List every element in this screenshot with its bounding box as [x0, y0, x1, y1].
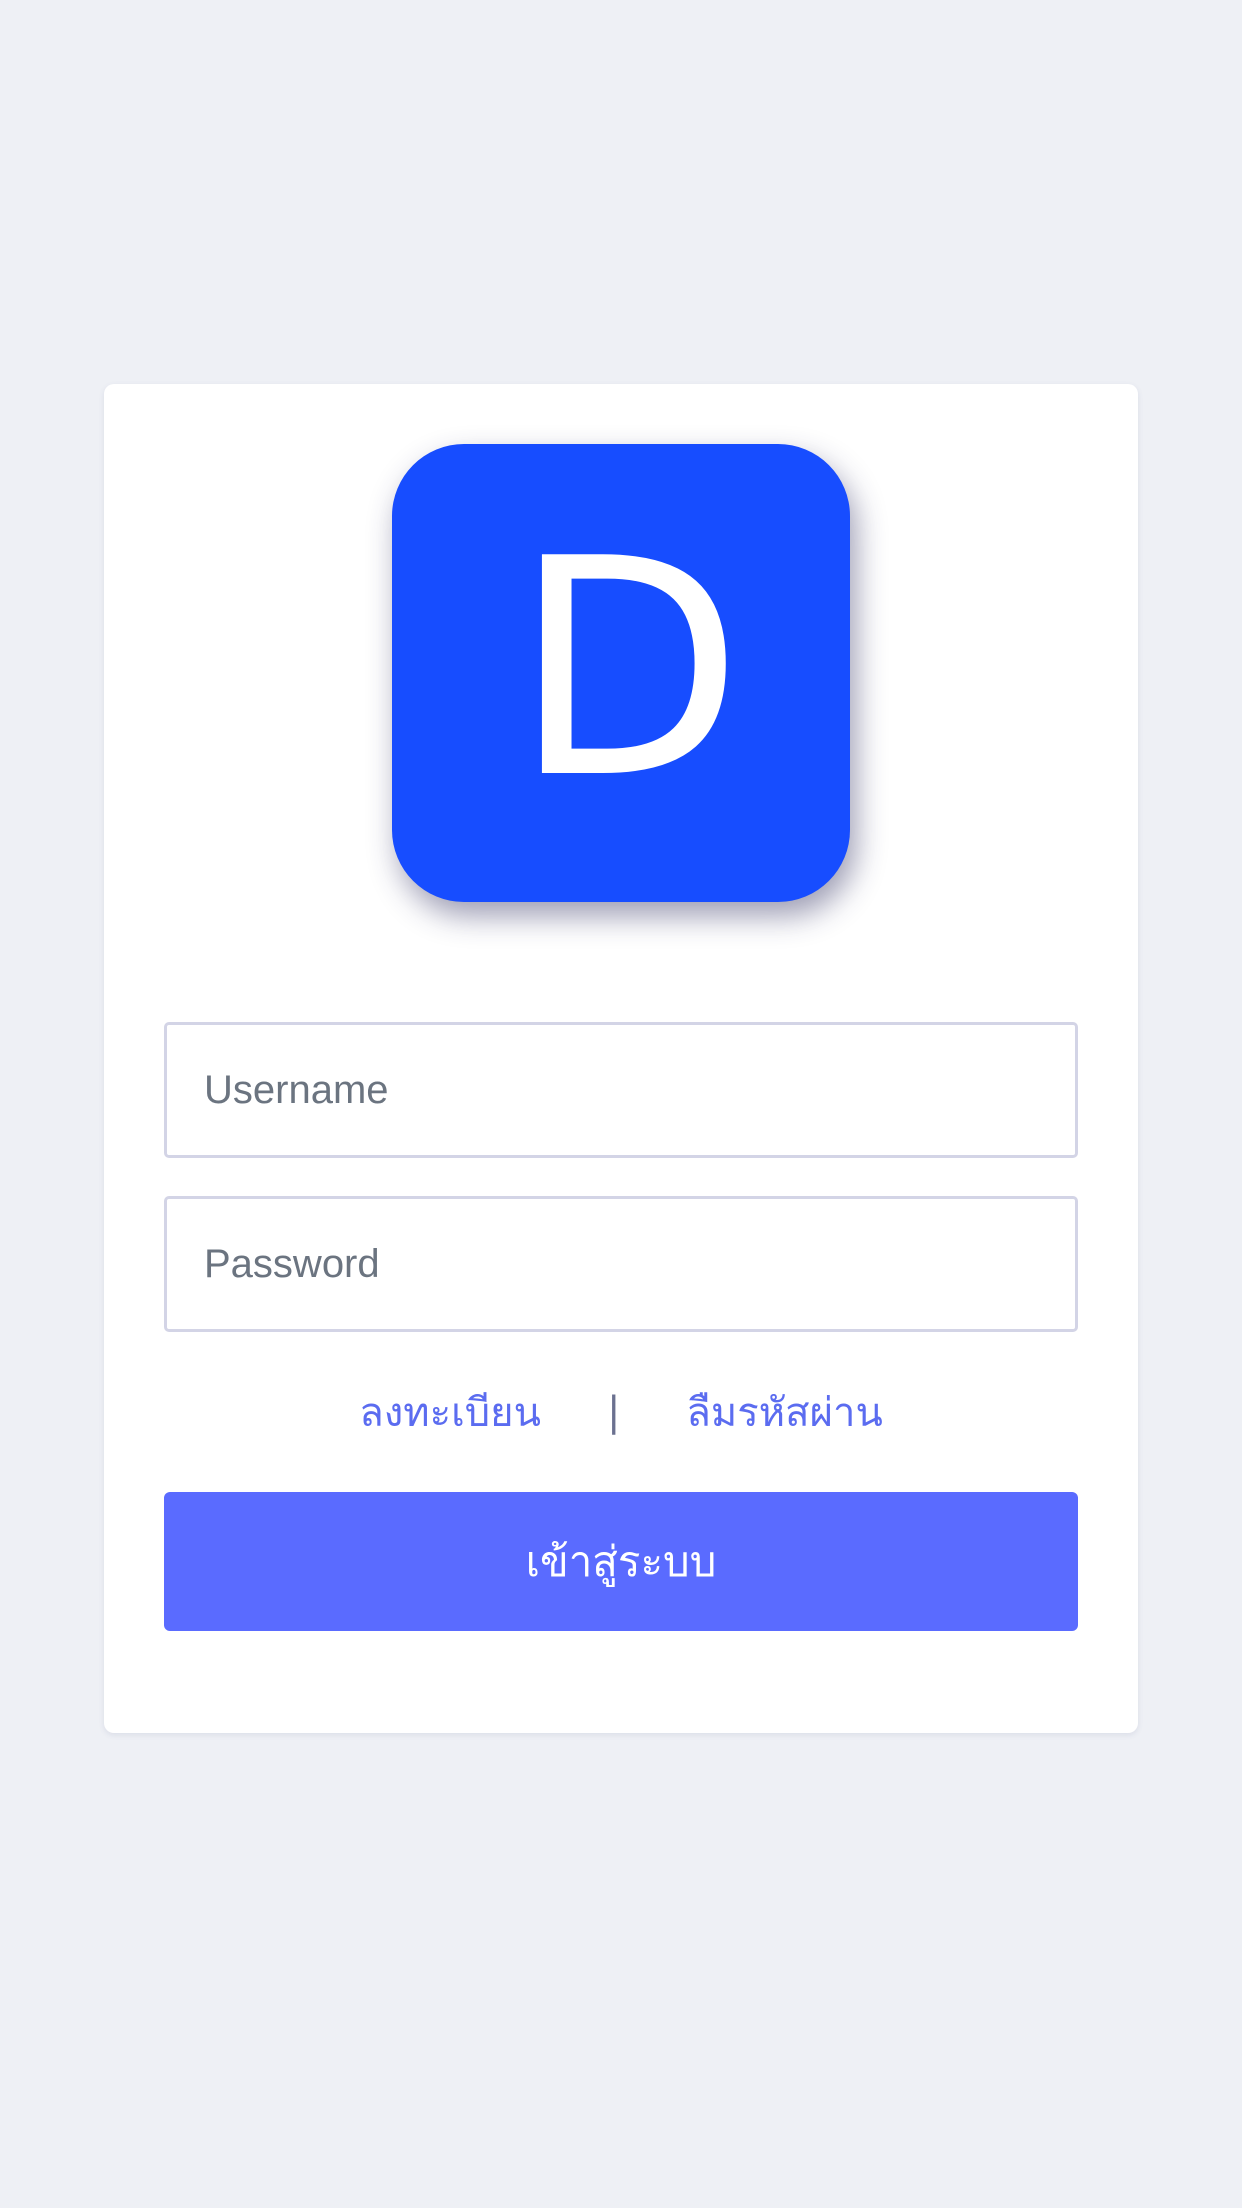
auth-links: ลงทะเบียน | ลืมรหัสผ่าน	[104, 1382, 1138, 1442]
username-field[interactable]	[164, 1022, 1078, 1158]
app-logo: D	[392, 444, 850, 902]
login-card: D ลงทะเบียน | ลืมรหัสผ่าน เข้าสู่ระบบ	[104, 384, 1138, 1733]
password-input[interactable]	[167, 1199, 1075, 1329]
login-button[interactable]: เข้าสู่ระบบ	[164, 1492, 1078, 1631]
logo-letter: D	[512, 495, 744, 844]
register-link[interactable]: ลงทะเบียน	[359, 1380, 541, 1444]
username-input[interactable]	[167, 1025, 1075, 1155]
forgot-password-link[interactable]: ลืมรหัสผ่าน	[686, 1380, 882, 1444]
password-field[interactable]	[164, 1196, 1078, 1332]
link-separator: |	[606, 1389, 621, 1435]
